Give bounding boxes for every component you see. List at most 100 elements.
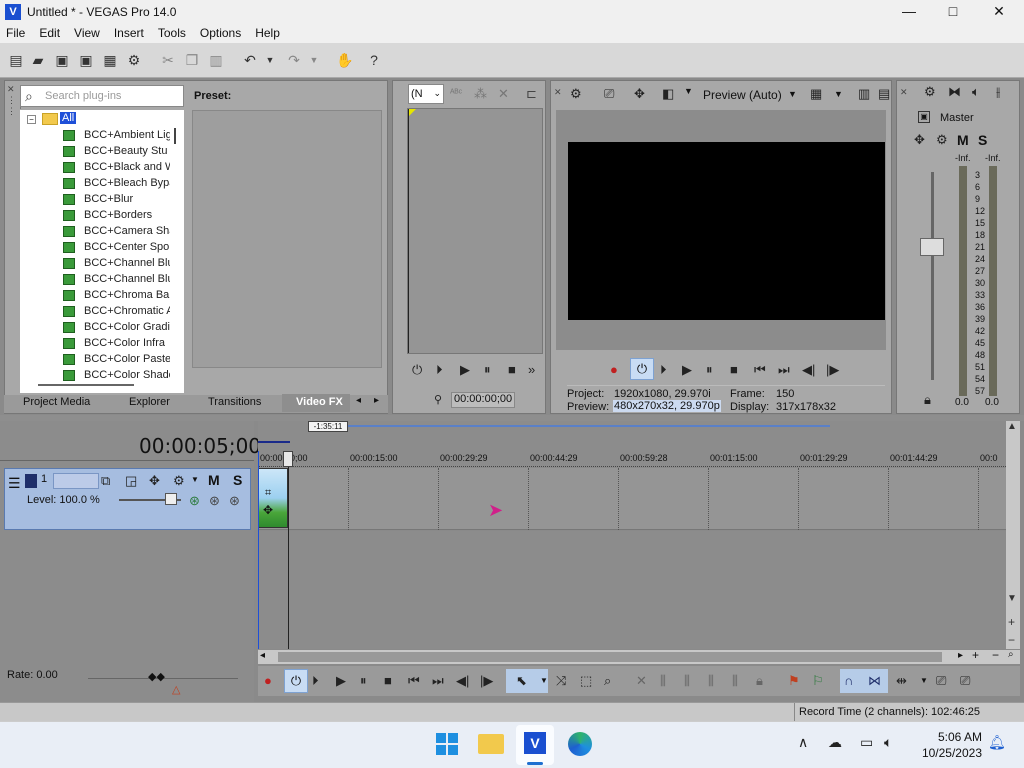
notification-bell-icon[interactable]: 🔔︎: [988, 734, 1006, 751]
go-to-start-icon[interactable]: ⏮: [408, 673, 420, 689]
prev-frame-icon[interactable]: ◀|: [456, 673, 469, 689]
next-frame-icon[interactable]: |▶: [826, 362, 839, 378]
insert-region-icon[interactable]: ⚐: [812, 673, 824, 689]
paste-icon[interactable]: ▥: [208, 52, 224, 68]
menu-help[interactable]: Help: [248, 26, 287, 40]
panel-close-icon[interactable]: ✕: [554, 84, 562, 100]
plugin-item[interactable]: BCC+Camera Sha: [84, 225, 170, 237]
tab-project-media[interactable]: Project Media: [23, 396, 90, 408]
trimmer-dropdown[interactable]: (N ⌄: [408, 84, 444, 104]
plugin-item[interactable]: BCC+Black and W: [84, 161, 170, 173]
snapping-icon[interactable]: ∩: [844, 673, 853, 689]
ignore-grouping-icon[interactable]: ⎚: [960, 673, 970, 689]
vegas-taskbar-icon[interactable]: V: [524, 732, 546, 754]
normal-edit-tool-icon[interactable]: ⬉: [516, 673, 527, 689]
file-explorer-icon[interactable]: [478, 734, 504, 754]
h-zoom-in-icon[interactable]: +: [972, 648, 979, 662]
scroll-right-icon[interactable]: ▸: [958, 650, 963, 661]
remove-icon[interactable]: ✕: [498, 86, 509, 102]
tab-explorer[interactable]: Explorer: [129, 396, 170, 408]
track-solo-button[interactable]: S: [233, 472, 242, 488]
play-icon[interactable]: ▶: [460, 362, 470, 378]
menu-insert[interactable]: Insert: [107, 26, 151, 40]
plugin-item[interactable]: BCC+Chromatic A: [84, 305, 170, 317]
pan-icon[interactable]: ⫲: [996, 84, 1000, 100]
cut-icon[interactable]: ✂: [160, 52, 176, 68]
redo-icon[interactable]: ↷: [286, 52, 302, 68]
spell-icon[interactable]: ᴬᴮᶜ: [450, 86, 462, 102]
plugin-item[interactable]: BCC+Blur: [84, 193, 170, 205]
split-icon[interactable]: ⫼: [732, 673, 738, 689]
clock-date[interactable]: 10/25/2023: [914, 746, 982, 760]
edit-tool-dropdown-icon[interactable]: ▼: [540, 676, 548, 685]
tree-hscrollbar-thumb[interactable]: [38, 384, 134, 386]
tree-scrollbar-thumb[interactable]: [174, 128, 176, 144]
redo-dropdown-icon[interactable]: ▼: [306, 52, 322, 68]
preview-quality-dropdown[interactable]: Preview (Auto): [703, 88, 782, 102]
grid-icon[interactable]: ▦: [810, 86, 822, 102]
plugin-item[interactable]: BCC+Borders: [84, 209, 170, 221]
fast-forward-icon[interactable]: »: [528, 362, 535, 378]
record-icon[interactable]: ●: [610, 362, 618, 378]
monitor-icon[interactable]: ▭: [860, 734, 873, 751]
menu-edit[interactable]: Edit: [32, 26, 67, 40]
panel-grip[interactable]: ✕ ⋮⋮ ⋮⋮: [7, 84, 25, 384]
volume-icon[interactable]: 🔈︎: [884, 734, 892, 751]
selection-tool-icon[interactable]: ⬚: [580, 673, 592, 689]
trim-end-icon[interactable]: ⫼: [708, 673, 714, 689]
plugin-item[interactable]: BCC+Channel Blu: [84, 257, 170, 269]
plugin-item[interactable]: BCC+Color Infra: [84, 337, 170, 349]
play-from-start-icon[interactable]: ⏵: [660, 362, 667, 378]
undo-icon[interactable]: ↶: [242, 52, 258, 68]
zoom-in-icon[interactable]: +: [1008, 615, 1015, 629]
video-track-header[interactable]: ☰ 1 ⧉ ◲ ✥ ⚙ ▼ M S Level: 100.0 % ⊛ ⊛ ⊛: [4, 468, 251, 530]
open-folder-icon[interactable]: ▰: [30, 52, 46, 68]
playhead-handle[interactable]: [283, 451, 293, 467]
network-icon[interactable]: ☁: [828, 734, 842, 751]
volume-fader[interactable]: [920, 238, 944, 256]
trim-icon[interactable]: ⫼: [660, 673, 666, 689]
stop-icon[interactable]: ■: [384, 673, 392, 689]
tab-transitions[interactable]: Transitions: [208, 396, 261, 408]
mute-button[interactable]: M: [957, 132, 969, 148]
video-clip[interactable]: ⌗ ✥: [258, 468, 288, 528]
fx-chain-icon[interactable]: ⚙: [936, 132, 948, 148]
record-icon[interactable]: ●: [264, 673, 272, 689]
copy-snapshot-icon[interactable]: ▥: [858, 86, 870, 102]
ripple-edit-icon[interactable]: ✋: [336, 52, 353, 68]
speaker-icon[interactable]: 🔈︎: [972, 84, 980, 100]
save-as-icon[interactable]: ▣: [78, 52, 94, 68]
lock-icon[interactable]: 🔒︎: [924, 392, 931, 408]
insert-marker-icon[interactable]: ⚑: [788, 673, 800, 689]
fx-icon[interactable]: ✥: [914, 132, 925, 148]
plugin-item[interactable]: BCC+Color Paste: [84, 353, 170, 365]
split-screen-icon[interactable]: ✥: [634, 86, 645, 102]
undo-dropdown-icon[interactable]: ▼: [262, 52, 278, 68]
trimmer-options-icon[interactable]: ⊏: [526, 86, 537, 102]
copy-icon[interactable]: ❐: [184, 52, 200, 68]
preview-properties-icon[interactable]: ⚙: [570, 86, 582, 102]
pin-icon[interactable]: ⚲: [434, 392, 442, 408]
pause-icon[interactable]: ⏸: [360, 673, 367, 689]
envelope-icon[interactable]: ⊛: [229, 493, 240, 509]
play-icon[interactable]: ▶: [682, 362, 692, 378]
mask-icon[interactable]: ⊛: [209, 493, 220, 509]
tab-scroll-right-icon[interactable]: ▸: [374, 395, 379, 406]
play-from-start-icon[interactable]: ⏵: [312, 673, 319, 689]
track-motion-icon[interactable]: ✥: [149, 473, 160, 489]
pause-icon[interactable]: ⏸: [484, 362, 491, 378]
save-snapshot-icon[interactable]: ▤: [878, 86, 890, 102]
quality-dropdown-icon[interactable]: ▼: [788, 89, 797, 99]
grid-dropdown-icon[interactable]: ▼: [834, 89, 843, 99]
delete-icon[interactable]: ✕: [636, 673, 647, 689]
lock-envelopes-icon[interactable]: ⎚: [936, 673, 946, 689]
maximize-button[interactable]: □: [930, 0, 976, 23]
go-to-start-icon[interactable]: ⏮: [754, 362, 766, 378]
plugin-item[interactable]: BCC+Color Shade: [84, 369, 170, 381]
zoom-out-icon[interactable]: −: [1008, 633, 1015, 647]
track-fx-icon[interactable]: ⚙: [173, 473, 185, 489]
overlay-icon[interactable]: ◧: [662, 86, 674, 102]
track-menu-icon[interactable]: ☰: [8, 475, 21, 492]
rate-slider-thumb[interactable]: ◆◆: [148, 670, 165, 683]
play-icon[interactable]: ▶: [336, 673, 346, 689]
